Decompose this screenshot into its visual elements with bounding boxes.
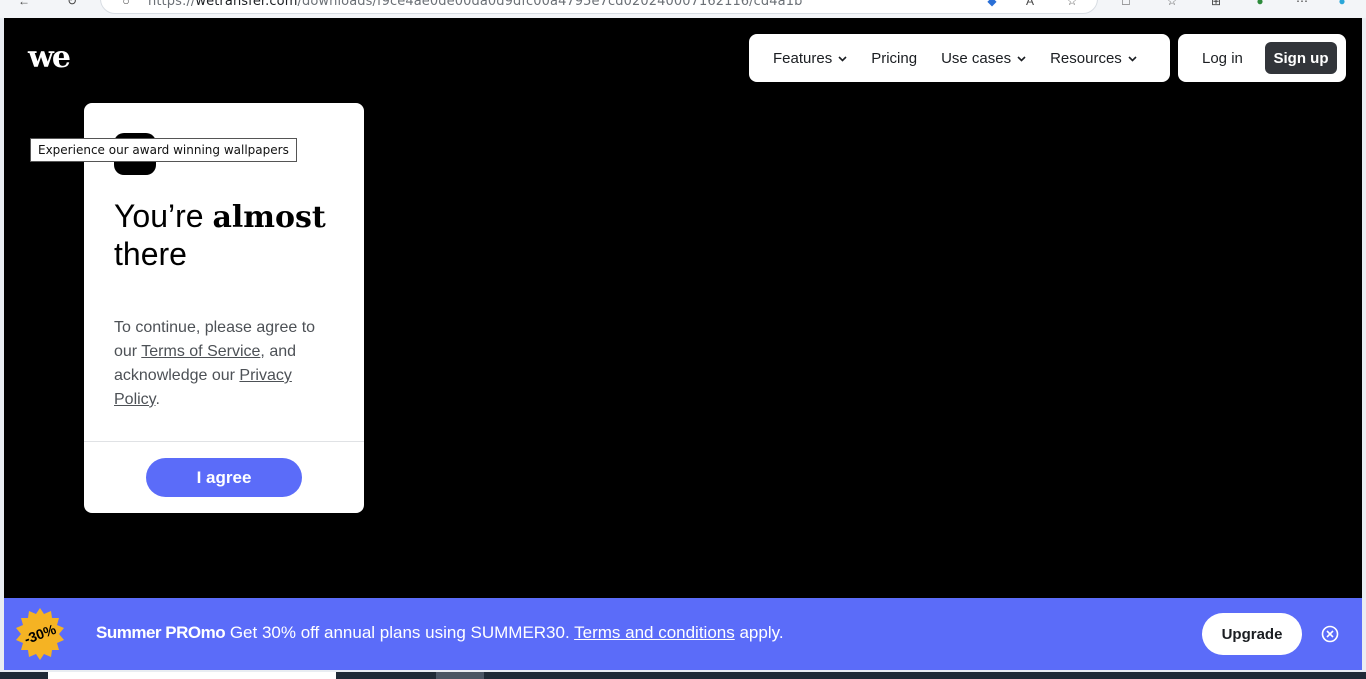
upgrade-button[interactable]: Upgrade bbox=[1202, 613, 1302, 655]
auth-nav: Log in Sign up bbox=[1178, 34, 1346, 82]
copilot-icon[interactable]: ● bbox=[1334, 0, 1350, 8]
lock-icon[interactable]: ○ bbox=[118, 0, 134, 8]
back-icon[interactable]: ← bbox=[16, 0, 32, 8]
card-title: You’re almost there bbox=[114, 198, 326, 272]
wetransfer-logo[interactable]: we bbox=[28, 43, 71, 73]
favorites-icon[interactable]: ☆ bbox=[1164, 0, 1180, 8]
nav-use-cases-label: Use cases bbox=[941, 49, 1012, 67]
nav-pricing[interactable]: Pricing bbox=[871, 50, 917, 67]
promo-message: Summer PROmo Get 30% off annual plans us… bbox=[96, 623, 784, 642]
taskbar-item[interactable] bbox=[436, 672, 484, 679]
read-aloud-icon[interactable]: A bbox=[1022, 0, 1038, 8]
collections-icon[interactable]: ⊞ bbox=[1208, 0, 1224, 8]
nav-resources-label: Resources bbox=[1050, 49, 1122, 67]
login-link[interactable]: Log in bbox=[1202, 50, 1243, 67]
wallpaper-tooltip: Experience our award winning wallpapers bbox=[30, 138, 297, 162]
split-screen-icon[interactable]: □ bbox=[1118, 0, 1134, 8]
chevron-down-icon bbox=[1017, 54, 1026, 65]
extension-icon[interactable]: ● bbox=[1252, 0, 1268, 8]
signup-button[interactable]: Sign up bbox=[1265, 42, 1337, 74]
agree-button[interactable]: I agree bbox=[146, 458, 302, 497]
terms-and-conditions-link[interactable]: Terms and conditions bbox=[574, 623, 735, 642]
chevron-down-icon bbox=[838, 54, 847, 65]
browser-toolbar: ← ↻ ○ https://wetransfer.com/downloads/f… bbox=[0, 0, 1366, 18]
nav-pricing-label: Pricing bbox=[871, 49, 918, 67]
favorite-star-icon[interactable]: ☆ bbox=[1064, 0, 1080, 8]
nav-features-label: Features bbox=[773, 49, 833, 67]
terms-consent-card: we You’re almostthere To continue, pleas… bbox=[84, 103, 364, 513]
card-body: To continue, please agree to our Terms o… bbox=[114, 319, 316, 408]
more-icon[interactable]: ⋯ bbox=[1294, 0, 1310, 8]
taskbar-item[interactable] bbox=[48, 672, 336, 679]
divider bbox=[84, 441, 364, 442]
nav-use-cases[interactable]: Use cases bbox=[941, 50, 1026, 67]
refresh-icon[interactable]: ↻ bbox=[64, 0, 80, 8]
shield-icon[interactable]: ◆ bbox=[984, 0, 1000, 8]
page-content: we Features Pricing Use cases Resources … bbox=[4, 18, 1362, 670]
taskbar bbox=[0, 672, 1366, 679]
main-nav: Features Pricing Use cases Resources bbox=[749, 34, 1170, 82]
nav-features[interactable]: Features bbox=[773, 50, 847, 67]
chevron-down-icon bbox=[1128, 54, 1137, 65]
nav-resources[interactable]: Resources bbox=[1050, 50, 1137, 67]
promo-banner: -30% Summer PROmo Get 30% off annual pla… bbox=[4, 598, 1362, 670]
close-icon[interactable] bbox=[1321, 625, 1339, 643]
url-text[interactable]: https://wetransfer.com/downloads/f9ce4ae… bbox=[148, 0, 802, 9]
terms-of-service-link[interactable]: Terms of Service bbox=[141, 343, 260, 360]
